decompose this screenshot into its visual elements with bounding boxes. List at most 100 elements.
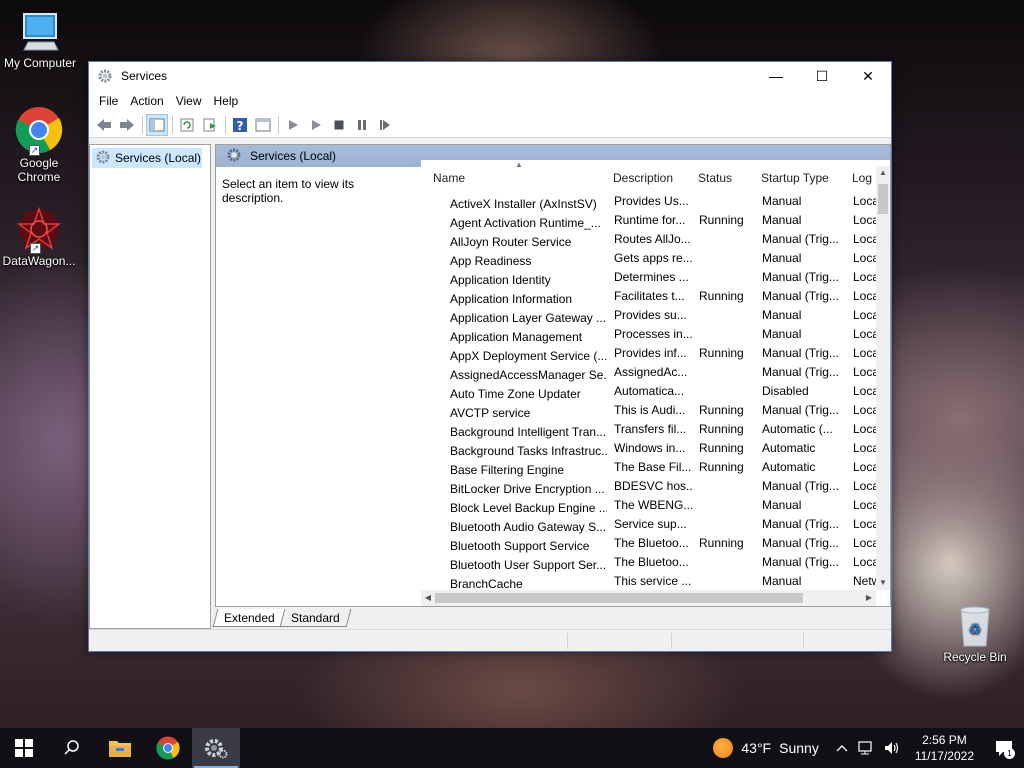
forward-arrow-icon[interactable] <box>116 114 138 136</box>
restart-service-icon[interactable] <box>374 114 396 136</box>
table-row[interactable]: Background Intelligent Tran... Transfers … <box>421 420 876 439</box>
properties-icon[interactable] <box>252 114 274 136</box>
weather-widget[interactable]: 43°F Sunny <box>713 738 819 758</box>
service-log-on-as: Loca <box>853 422 876 436</box>
file-explorer-button[interactable] <box>96 728 144 768</box>
show-hide-tree-icon[interactable] <box>146 113 168 136</box>
pause-service-icon[interactable] <box>351 114 373 136</box>
table-row[interactable]: AppX Deployment Service (... Provides inf… <box>421 344 876 363</box>
service-log-on-as: Loca <box>853 270 876 284</box>
chevron-up-icon[interactable] <box>835 743 849 753</box>
table-row[interactable]: AssignedAccessManager Se... AssignedAc...… <box>421 363 876 382</box>
title-bar[interactable]: Services — ☐ ✕ <box>89 62 891 90</box>
menu-help[interactable]: Help <box>208 94 245 108</box>
column-name[interactable]: Name <box>433 171 465 185</box>
table-row[interactable]: Bluetooth Audio Gateway S... Service sup.… <box>421 515 876 534</box>
column-log-on-as[interactable]: Log <box>852 171 872 185</box>
service-startup-type: Manual <box>762 498 802 512</box>
help-icon[interactable]: ? <box>229 114 251 136</box>
service-log-on-as: Loca <box>853 213 876 227</box>
start-service-icon[interactable] <box>282 114 304 136</box>
table-row[interactable]: ActiveX Installer (AxInstSV) Provides Us.… <box>421 192 876 211</box>
table-row[interactable]: Application Identity Determines ... Manual… <box>421 268 876 287</box>
start-button[interactable] <box>0 728 48 768</box>
scroll-right-icon[interactable]: ▶ <box>862 590 876 606</box>
service-description: Transfers fil... <box>614 422 687 436</box>
service-startup-type: Manual (Trig... <box>762 289 839 303</box>
table-row[interactable]: Application Management Processes in... Man… <box>421 325 876 344</box>
menu-action[interactable]: Action <box>124 94 169 108</box>
service-status: Running <box>699 346 744 360</box>
table-row[interactable]: AllJoyn Router Service Routes AllJo... Man… <box>421 230 876 249</box>
table-row[interactable]: App Readiness Gets apps re... Manual Loca <box>421 249 876 268</box>
service-startup-type: Disabled <box>762 384 809 398</box>
table-row[interactable]: Agent Activation Runtime_... Runtime for.… <box>421 211 876 230</box>
service-description: Provides Us... <box>614 194 689 208</box>
table-row[interactable]: Block Level Backup Engine ... The WBENG..… <box>421 496 876 515</box>
maximize-button[interactable]: ☐ <box>799 62 845 90</box>
window-body: Services (Local) Services (Local) Select… <box>89 140 891 629</box>
service-name: App Readiness <box>450 253 532 268</box>
start-service-alt-icon[interactable] <box>305 114 327 136</box>
desktop-icon-recycle-bin[interactable]: ♻ Recycle Bin <box>935 604 1015 664</box>
table-row[interactable]: Bluetooth User Support Ser... The Bluetoo… <box>421 553 876 572</box>
service-startup-type: Manual (Trig... <box>762 232 839 246</box>
table-row[interactable]: Application Layer Gateway ... Provides su… <box>421 306 876 325</box>
column-status[interactable]: Status <box>698 171 732 185</box>
service-description: Automatica... <box>614 384 685 398</box>
tab-standard[interactable]: Standard <box>279 609 351 627</box>
vertical-scrollbar[interactable]: ▲ ▼ <box>876 166 890 590</box>
desktop-icon-datawagon[interactable]: ↗ DataWagon... <box>0 206 79 268</box>
window-title: Services <box>121 69 168 83</box>
tab-extended[interactable]: Extended <box>212 609 287 627</box>
service-status: Running <box>699 460 744 474</box>
scroll-left-icon[interactable]: ◀ <box>421 590 435 606</box>
horizontal-scrollbar[interactable]: ◀ ▶ <box>421 590 876 606</box>
tree-item-services-local[interactable]: Services (Local) <box>92 148 202 168</box>
table-row[interactable]: Background Tasks Infrastruc... Windows in… <box>421 439 876 458</box>
clock[interactable]: 2:56 PM 11/17/2022 <box>915 732 974 764</box>
service-startup-type: Manual (Trig... <box>762 479 839 493</box>
menu-file[interactable]: File <box>93 94 124 108</box>
service-status: Running <box>699 213 744 227</box>
services-taskbar-button[interactable] <box>192 728 240 768</box>
table-row[interactable]: BranchCache This service ... Manual Netw <box>421 572 876 590</box>
chrome-taskbar-button[interactable] <box>144 728 192 768</box>
back-arrow-icon[interactable] <box>93 114 115 136</box>
export-list-icon[interactable] <box>199 114 221 136</box>
table-row[interactable]: Base Filtering Engine The Base Fil... Runn… <box>421 458 876 477</box>
sunny-weather-icon <box>713 738 734 758</box>
column-startup-type[interactable]: Startup Type <box>761 171 829 185</box>
chrome-icon: ↗ <box>15 106 63 156</box>
stop-service-icon[interactable] <box>328 114 350 136</box>
close-button[interactable]: ✕ <box>845 62 891 90</box>
service-description: Service sup... <box>614 517 687 531</box>
minimize-button[interactable]: — <box>753 62 799 90</box>
table-row[interactable]: Bluetooth Support Service The Bluetoo... R… <box>421 534 876 553</box>
desktop-icon-my-computer[interactable]: My Computer <box>0 10 80 70</box>
table-row[interactable]: AVCTP service This is Audi... Running Manua… <box>421 401 876 420</box>
search-button[interactable] <box>48 728 96 768</box>
weather-condition: Sunny <box>779 740 819 756</box>
network-icon[interactable] <box>857 740 875 756</box>
vertical-scroll-thumb[interactable] <box>878 184 888 214</box>
scroll-down-icon[interactable]: ▼ <box>876 576 890 590</box>
refresh-icon[interactable] <box>176 114 198 136</box>
services-list: ▲ Name Description Status Startup Type L… <box>421 160 890 606</box>
status-separator <box>671 633 672 649</box>
service-log-on-as: Loca <box>853 384 876 398</box>
menu-view[interactable]: View <box>170 94 208 108</box>
notification-center-button[interactable]: 1 <box>984 728 1024 768</box>
scroll-up-icon[interactable]: ▲ <box>876 166 890 180</box>
horizontal-scroll-thumb[interactable] <box>435 593 803 603</box>
column-description[interactable]: Description <box>613 171 673 185</box>
table-row[interactable]: Auto Time Zone Updater Automatica... Disab… <box>421 382 876 401</box>
desktop-icon-google-chrome[interactable]: ↗ Google Chrome <box>0 106 79 184</box>
service-log-on-as: Loca <box>853 194 876 208</box>
volume-icon[interactable] <box>883 740 901 756</box>
service-description: Facilitates t... <box>614 289 685 303</box>
service-name: Application Information <box>450 291 573 306</box>
service-description: This service ... <box>614 574 692 588</box>
table-row[interactable]: BitLocker Drive Encryption ... BDESVC hos… <box>421 477 876 496</box>
table-row[interactable]: Application Information Facilitates t... R… <box>421 287 876 306</box>
